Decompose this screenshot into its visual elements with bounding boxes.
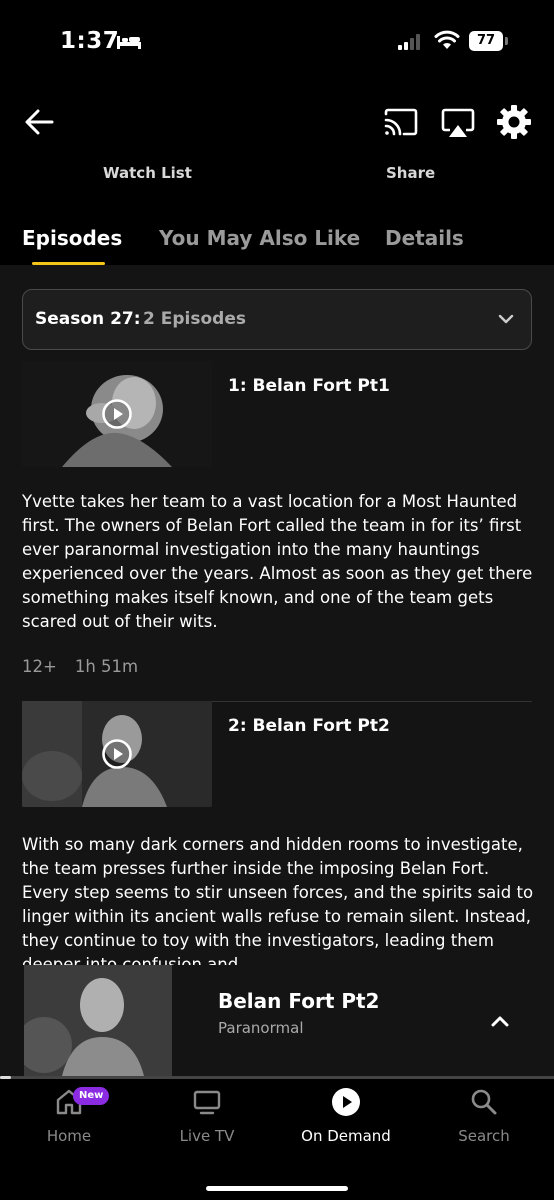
season-label: Season 27: (35, 309, 141, 329)
airplay-icon[interactable] (440, 107, 476, 139)
nav-label: On Demand (301, 1127, 391, 1145)
episode-title[interactable]: 2: Belan Fort Pt2 (228, 716, 390, 736)
episode-count: 2 Episodes (143, 309, 246, 329)
episode-title[interactable]: 1: Belan Fort Pt1 (228, 376, 390, 396)
back-arrow-icon[interactable] (24, 108, 54, 136)
episode-thumbnail[interactable] (22, 361, 212, 467)
episode-duration: 1h 51m (74, 657, 139, 676)
tab-you-may-also-like[interactable]: You May Also Like (159, 226, 360, 250)
nav-label: Live TV (179, 1127, 235, 1145)
episode-description: Yvette takes her team to a vast location… (22, 492, 533, 631)
status-time: 1:37 (60, 28, 120, 54)
new-badge: New (73, 1087, 110, 1105)
episode-description: With so many dark corners and hidden roo… (22, 835, 534, 965)
home-indicator (206, 1186, 348, 1191)
mini-player-title: Belan Fort Pt2 (218, 989, 380, 1013)
tab-details[interactable]: Details (385, 226, 464, 250)
battery-tip (505, 37, 508, 45)
mini-player-thumbnail (24, 965, 172, 1076)
battery-indicator: 77 (469, 31, 503, 51)
mini-player-thumbnail-image (24, 965, 172, 1076)
mini-player[interactable]: Belan Fort Pt2 Paranormal (0, 965, 554, 1076)
status-bar: 1:37 77 (0, 0, 554, 80)
nav-home[interactable]: New Home (14, 1079, 124, 1159)
chevron-up-icon[interactable] (490, 1013, 510, 1029)
mini-player-subtitle: Paranormal (218, 1019, 304, 1037)
nav-live-tv[interactable]: Live TV (152, 1079, 262, 1159)
watch-list-button[interactable]: Watch List (103, 164, 192, 182)
episodes-panel: Season 27: 2 Episodes 1: Belan Fort Pt1 … (0, 265, 554, 965)
play-circle-icon (332, 1088, 360, 1116)
chevron-down-icon (498, 314, 514, 324)
sleep-focus-icon (117, 36, 141, 49)
play-icon (102, 399, 132, 429)
play-icon (102, 739, 132, 769)
wifi-icon (434, 30, 460, 49)
cast-icon[interactable] (384, 108, 418, 136)
share-button[interactable]: Share (386, 164, 435, 182)
tab-episodes[interactable]: Episodes (22, 226, 122, 250)
nav-label: Home (46, 1127, 92, 1145)
tv-icon (193, 1090, 221, 1115)
nav-search[interactable]: Search (429, 1079, 539, 1159)
nav-on-demand[interactable]: On Demand (291, 1079, 401, 1159)
episode-meta: 12+ 1h 51m (22, 657, 156, 676)
nav-label: Search (458, 1127, 510, 1145)
bottom-nav: New Home Live TV On Demand Search (0, 1079, 554, 1200)
episode-thumbnail[interactable] (22, 701, 212, 807)
settings-gear-icon[interactable] (496, 104, 532, 140)
season-dropdown[interactable]: Season 27: 2 Episodes (22, 289, 532, 350)
age-rating: 12+ (22, 657, 57, 676)
search-icon (471, 1089, 497, 1115)
cellular-signal-icon (398, 34, 420, 50)
